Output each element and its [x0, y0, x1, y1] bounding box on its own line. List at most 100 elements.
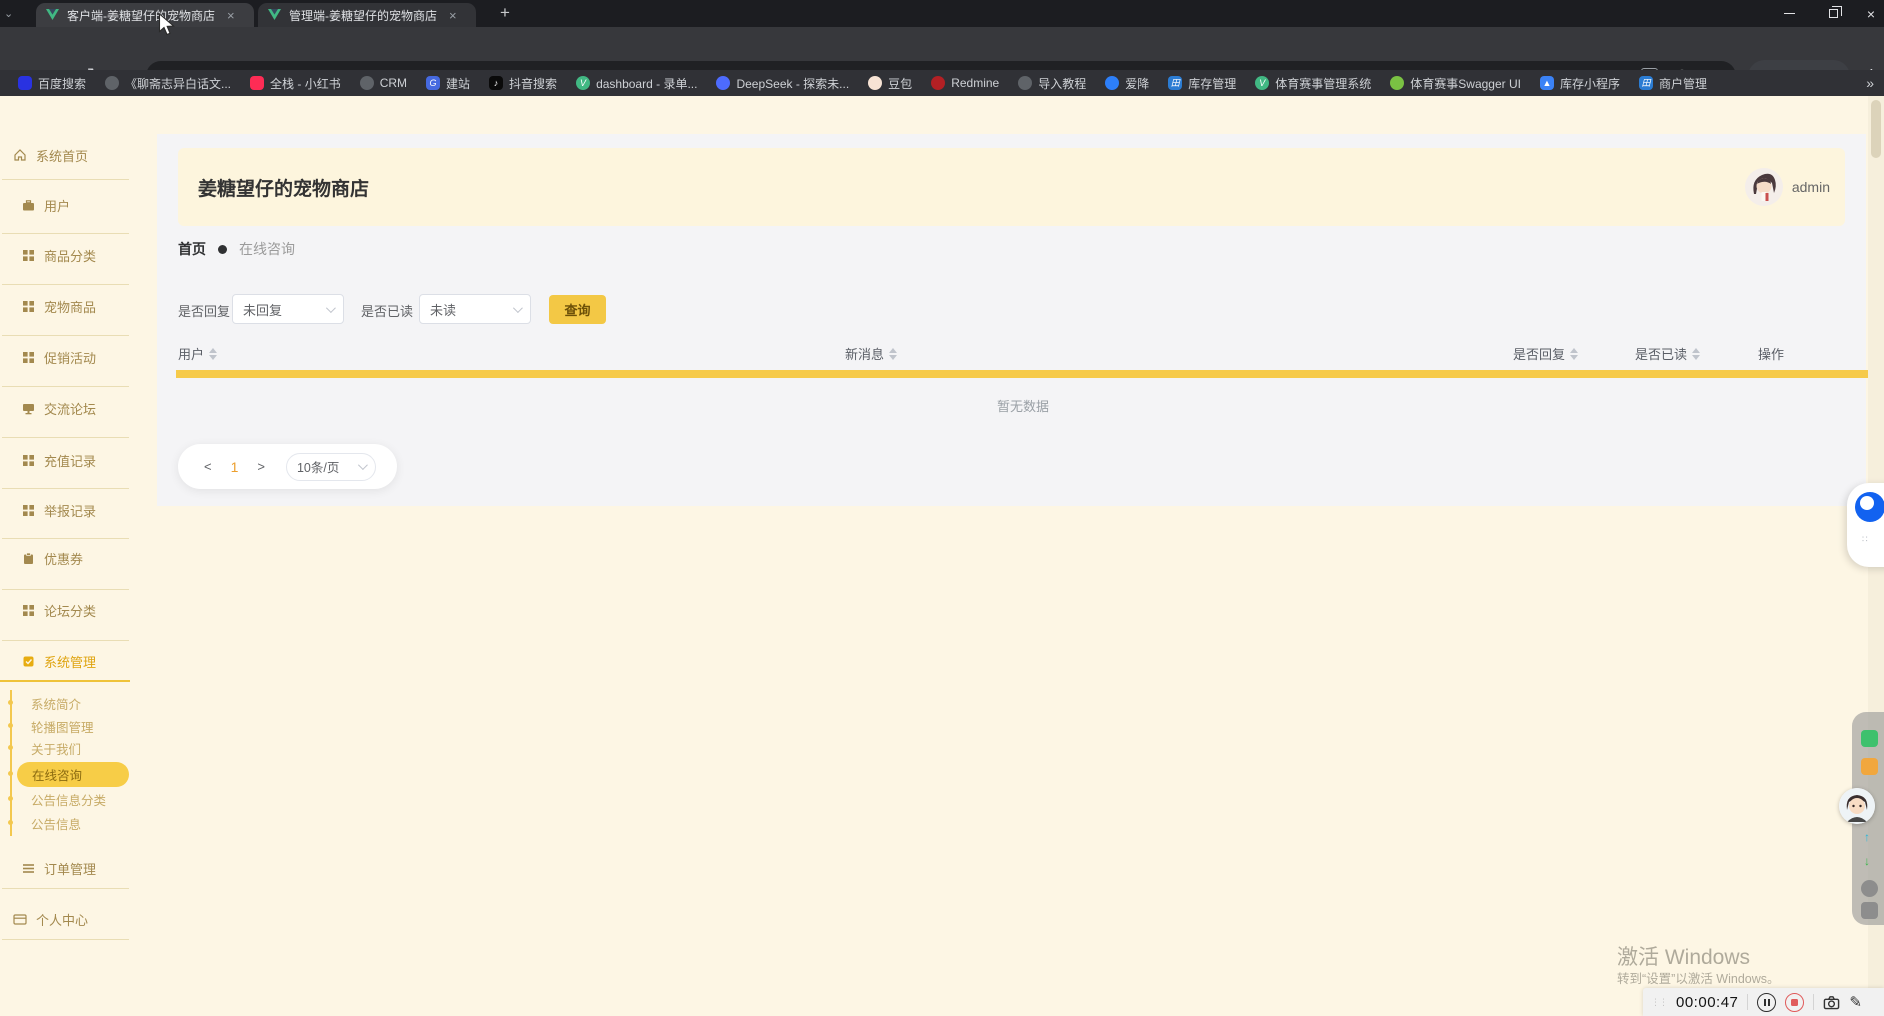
bookmark-item[interactable]: 豆包: [860, 73, 920, 94]
sidebar-item-pet-goods[interactable]: 宠物商品: [0, 294, 133, 318]
sort-icon[interactable]: [209, 347, 218, 360]
screen-recorder-bar[interactable]: ⋮⋮ 00:00:47 ✎: [1643, 988, 1884, 1016]
bookmark-item[interactable]: 田商户管理: [1631, 73, 1715, 94]
submenu-item-notice-info[interactable]: 公告信息: [31, 813, 81, 833]
camera-icon[interactable]: [1823, 995, 1840, 1010]
bookmark-item[interactable]: 导入教程: [1010, 73, 1094, 94]
briefcase-icon: [23, 199, 34, 210]
circle-extension-icon[interactable]: [1855, 492, 1884, 522]
sidebar-item-coupons[interactable]: 优惠券: [0, 546, 133, 570]
filter-reply-label: 是否回复: [178, 304, 231, 319]
sidebar-item-label: 宠物商品: [44, 299, 97, 315]
tab-close-icon[interactable]: ×: [449, 8, 457, 23]
browser-toolbar: ← → ↻ ⌂ ⓘ localhost:8080/springbootu6ger…: [0, 27, 1884, 93]
column-header-user[interactable]: 用户: [178, 344, 218, 363]
bookmark-favicon: [1105, 76, 1120, 90]
bookmark-item[interactable]: Vdashboard - 录单...: [568, 73, 705, 94]
drag-handle-icon[interactable]: ∷: [1862, 535, 1874, 549]
sort-icon[interactable]: [1692, 347, 1701, 360]
submenu-item-system-intro[interactable]: 系统简介: [31, 693, 81, 713]
bookmark-item[interactable]: 全栈 - 小红书: [242, 73, 349, 94]
pencil-icon[interactable]: ✎: [1849, 993, 1862, 1011]
sidebar-item-report-records[interactable]: 举报记录: [0, 498, 133, 522]
sidebar-item-system-management[interactable]: 系统管理: [0, 649, 133, 673]
select-value: 未读: [430, 302, 457, 318]
avatar[interactable]: [1744, 168, 1783, 206]
windows-activation-hint: 转到“设置”以激活 Windows。: [1617, 972, 1780, 986]
page-size-select[interactable]: 10条/页: [285, 452, 376, 481]
sort-icon[interactable]: [1570, 347, 1579, 360]
bookmark-label: 百度搜索: [38, 76, 87, 91]
dock-gray-icon[interactable]: [1861, 880, 1878, 897]
sidebar-item-forum-category[interactable]: 论坛分类: [0, 598, 133, 622]
bookmarks-overflow-icon[interactable]: »: [1866, 75, 1874, 91]
sidebar-item-promotions[interactable]: 促销活动: [0, 345, 133, 369]
sidebar-item-goods-category[interactable]: 商品分类: [0, 243, 133, 267]
browser-tab-client[interactable]: 客户端-姜糖望仔的宠物商店 ×: [36, 3, 254, 27]
arrow-down-icon[interactable]: ↓: [1864, 854, 1870, 868]
sidebar-item-users[interactable]: 用户: [0, 193, 133, 217]
arrow-up-icon[interactable]: ↑: [1864, 830, 1870, 844]
page-number[interactable]: 1: [231, 459, 239, 475]
extension-float-widget[interactable]: ∷: [1847, 483, 1884, 567]
divider: [1813, 994, 1815, 1010]
sidebar-item-order-management[interactable]: 订单管理: [0, 856, 133, 880]
filter-reply-select[interactable]: 未回复: [232, 294, 344, 324]
submenu-item-carousel[interactable]: 轮播图管理: [31, 716, 94, 736]
sidebar-item-label: 个人中心: [36, 912, 89, 928]
sidebar-item-forum[interactable]: 交流论坛: [0, 396, 133, 420]
submenu-item-notice-category[interactable]: 公告信息分类: [31, 789, 106, 809]
submenu-dot: [8, 745, 13, 750]
sidebar-divider: [2, 939, 129, 940]
sidebar-item-personal-center[interactable]: 个人中心: [0, 907, 133, 931]
column-label: 操作: [1758, 347, 1785, 362]
sidebar-item-recharge-records[interactable]: 充值记录: [0, 448, 133, 472]
bookmark-item[interactable]: Redmine: [923, 74, 1007, 92]
search-button[interactable]: 查询: [549, 295, 606, 324]
bookmark-label: Redmine: [951, 76, 1000, 90]
window-minimize-button[interactable]: [1768, 0, 1810, 27]
column-header-read[interactable]: 是否已读: [1635, 344, 1701, 363]
window-close-button[interactable]: ×: [1850, 0, 1884, 27]
column-header-new-message[interactable]: 新消息: [845, 344, 898, 363]
bookmark-item[interactable]: 体育赛事Swagger UI: [1382, 73, 1529, 94]
bookmark-item[interactable]: 田库存管理: [1160, 73, 1244, 94]
sidebar-divider: [2, 335, 129, 336]
submenu-item-about-us[interactable]: 关于我们: [31, 738, 81, 758]
filter-read-select[interactable]: 未读: [419, 294, 531, 324]
recorder-drag-handle[interactable]: ⋮⋮: [1651, 997, 1668, 1008]
bookmark-item[interactable]: DeepSeek - 探索未...: [708, 73, 857, 94]
tab-search-icon[interactable]: ⌄: [4, 7, 13, 20]
pause-button[interactable]: [1757, 992, 1777, 1012]
submenu-label: 轮播图管理: [31, 720, 94, 735]
breadcrumb-home[interactable]: 首页: [178, 239, 206, 259]
bookmark-item[interactable]: 百度搜索: [10, 73, 94, 94]
submenu-item-online-chat-active[interactable]: 在线咨询: [17, 762, 129, 787]
sidebar-item-home[interactable]: 系统首页: [0, 143, 133, 167]
bookmark-item[interactable]: G 建站: [418, 73, 478, 94]
stop-button[interactable]: [1785, 992, 1805, 1012]
tab-close-icon[interactable]: ×: [227, 8, 235, 23]
new-tab-button[interactable]: +: [500, 3, 510, 23]
sidebar-item-label: 优惠券: [44, 551, 84, 567]
bookmarks-bar: 百度搜索 《聊斋志异白话文... 全栈 - 小红书 CRM G 建站 ♪ 抖音搜索 …: [0, 70, 1884, 96]
dock-green-icon[interactable]: [1861, 730, 1878, 747]
window-restore-button[interactable]: [1812, 0, 1854, 27]
column-header-replied[interactable]: 是否回复: [1513, 344, 1579, 363]
bookmark-item[interactable]: V 体育赛事管理系统: [1247, 73, 1379, 94]
bookmark-item[interactable]: ♪ 抖音搜索: [481, 73, 565, 94]
user-block[interactable]: admin: [1744, 168, 1830, 206]
bookmark-item[interactable]: ▲ 库存小程序: [1532, 73, 1628, 94]
bookmark-item[interactable]: 《聊斋志异白话文...: [97, 73, 239, 94]
next-page-button[interactable]: >: [257, 459, 265, 474]
bookmark-item[interactable]: 爱降: [1097, 73, 1157, 94]
recorder-dock[interactable]: ↑ ↓: [1839, 712, 1884, 925]
dock-orange-icon[interactable]: [1861, 758, 1878, 775]
browser-tab-admin[interactable]: 管理端-姜糖望仔的宠物商店 ×: [258, 3, 476, 27]
bookmark-item[interactable]: CRM: [352, 74, 415, 92]
dock-gray-icon[interactable]: [1861, 902, 1878, 919]
scrollbar-thumb[interactable]: [1871, 100, 1881, 158]
presenter-avatar[interactable]: [1839, 788, 1875, 824]
prev-page-button[interactable]: <: [204, 459, 212, 474]
sort-icon[interactable]: [889, 347, 898, 360]
